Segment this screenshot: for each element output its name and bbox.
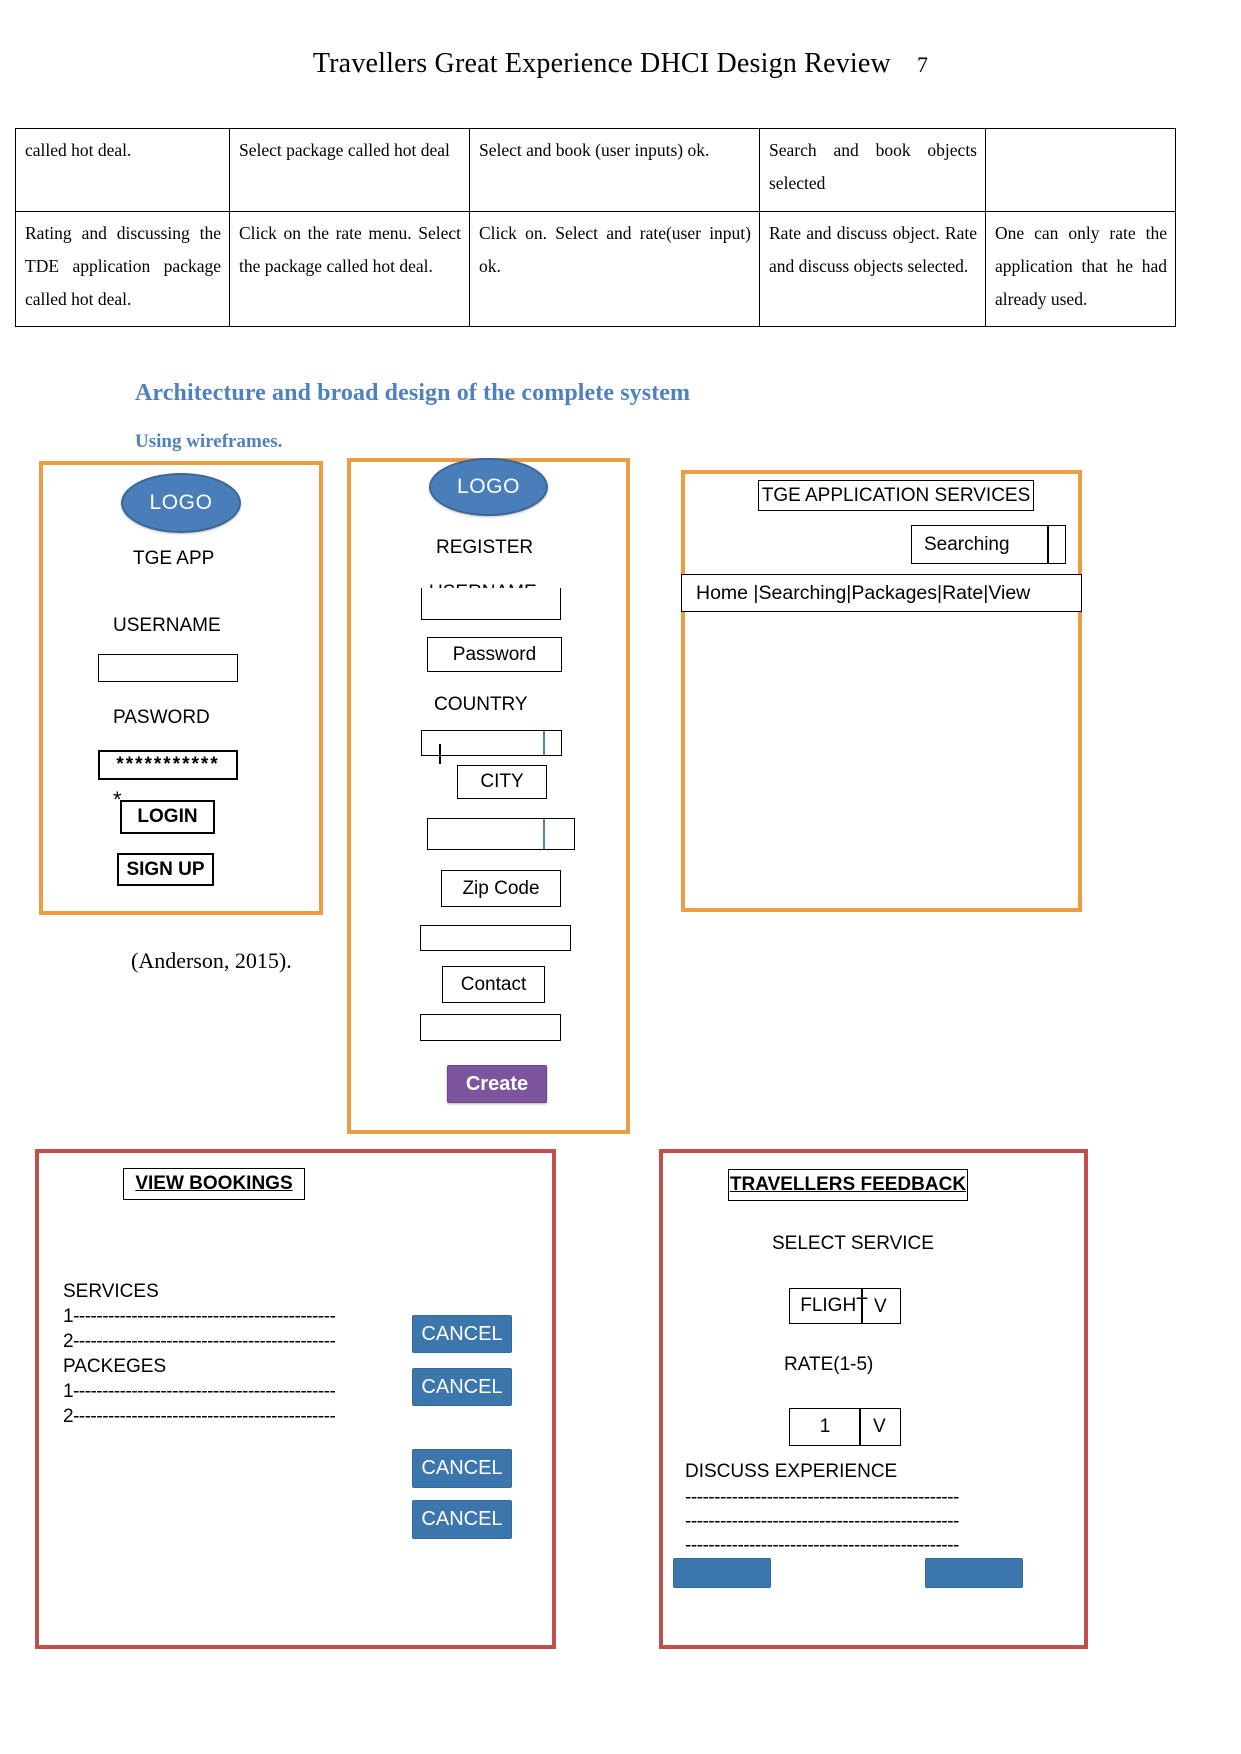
cancel-button[interactable]: CANCEL [412,1315,512,1353]
services-navbar[interactable]: Home |Searching|Packages|Rate|View [681,574,1082,612]
bookings-title: VIEW BOOKINGS [123,1168,305,1200]
logo-oval: LOGO [429,458,548,516]
table-cell: Rating and discussing the TDE applicatio… [15,210,230,328]
navbar-items[interactable]: Home |Searching|Packages|Rate|View [696,582,1030,605]
table-row: Rating and discussing the TDE applicatio… [15,210,1176,328]
logo-label: LOGO [149,491,213,514]
citation: (Anderson, 2015). [131,948,292,973]
logo-oval: LOGO [121,473,241,533]
heading-architecture: Architecture and broad design of the com… [135,380,691,406]
country-caret-icon [543,731,545,755]
country-text-cursor-icon [439,744,441,764]
table-row: called hot deal. Select package called h… [15,128,1176,212]
rate-select-value: 1 [819,1416,831,1437]
table-cell: Rate and discuss object. Rate and discus… [759,210,986,328]
heading-wireframes: Using wireframes. [135,431,283,452]
login-button[interactable]: LOGIN [120,800,215,834]
table-cell: Click on. Select and rate(user input) ok… [469,210,760,328]
discuss-line[interactable]: ----------------------------------------… [685,1487,959,1509]
register-title: REGISTER [436,537,534,558]
packages-item-1: 1---------------------------------------… [63,1381,336,1402]
discuss-line[interactable]: ----------------------------------------… [685,1511,959,1533]
feedback-title: TRAVELLERS FEEDBACK [728,1169,968,1201]
table-cell [985,128,1176,212]
contact-input[interactable]: Contact [442,966,545,1003]
requirements-table: called hot deal. Select package called h… [15,128,1176,328]
discuss-line[interactable]: ----------------------------------------… [685,1535,959,1557]
table-cell: Search and book objects selected [759,128,986,212]
bookings-title-label: VIEW BOOKINGS [135,1173,293,1194]
table-cell: One can only rate the application that h… [985,210,1176,328]
country-label: COUNTRY [434,694,528,715]
feedback-button-left[interactable] [673,1558,771,1588]
services-item-2: 2---------------------------------------… [63,1331,336,1352]
username-label: USERNAME [113,615,221,636]
select-service-label: SELECT SERVICE [772,1233,934,1254]
zip-value-input[interactable] [420,925,571,951]
rate-select-divider [859,1409,861,1445]
signup-button[interactable]: SIGN UP [117,853,214,886]
logo-label: LOGO [456,475,521,498]
password-input[interactable]: Password [427,637,562,672]
page-title: Travellers Great Experience DHCI Design … [312,48,891,79]
password-label: PASWORD [113,707,210,728]
cancel-button[interactable]: CANCEL [412,1500,512,1539]
city-input[interactable]: CITY [457,765,547,799]
service-select-divider [861,1289,863,1323]
packages-label: PACKEGES [63,1356,167,1377]
feedback-button-right[interactable] [925,1558,1023,1588]
search-divider [1047,526,1049,563]
username-input[interactable] [421,588,561,620]
feedback-title-label: TRAVELLERS FEEDBACK [729,1174,967,1195]
rate-label: RATE(1-5) [784,1354,874,1375]
username-input[interactable] [98,654,238,682]
city-value-input[interactable] [427,818,575,850]
chevron-down-icon[interactable]: V [873,1416,886,1438]
create-button[interactable]: Create [447,1065,547,1103]
table-cell: Select package called hot deal [229,128,470,212]
cancel-button[interactable]: CANCEL [412,1449,512,1488]
cancel-button[interactable]: CANCEL [412,1368,512,1406]
table-cell: Click on the rate menu. Select the packa… [229,210,470,328]
contact-value-input[interactable] [420,1014,561,1041]
services-label: SERVICES [63,1281,159,1302]
city-caret-icon [543,819,545,849]
services-item-1: 1---------------------------------------… [63,1306,336,1327]
country-input[interactable] [421,730,562,756]
service-select-value: FLIGHT [800,1295,868,1316]
packages-item-2: 2---------------------------------------… [63,1406,336,1427]
zip-input[interactable]: Zip Code [441,870,561,907]
discuss-experience-label: DISCUSS EXPERIENCE [685,1461,898,1482]
app-title: TGE APP [133,548,215,569]
chevron-down-icon[interactable]: V [874,1296,887,1318]
table-cell: called hot deal. [15,128,230,212]
search-input[interactable]: Searching [911,525,1066,564]
table-cell: Select and book (user inputs) ok. [469,128,760,212]
services-title: TGE APPLICATION SERVICES [758,480,1034,511]
password-input[interactable]: *********** [98,750,238,780]
page-number: 7 [916,52,929,77]
page-header: Travellers Great Experience DHCI Design … [0,48,1241,80]
